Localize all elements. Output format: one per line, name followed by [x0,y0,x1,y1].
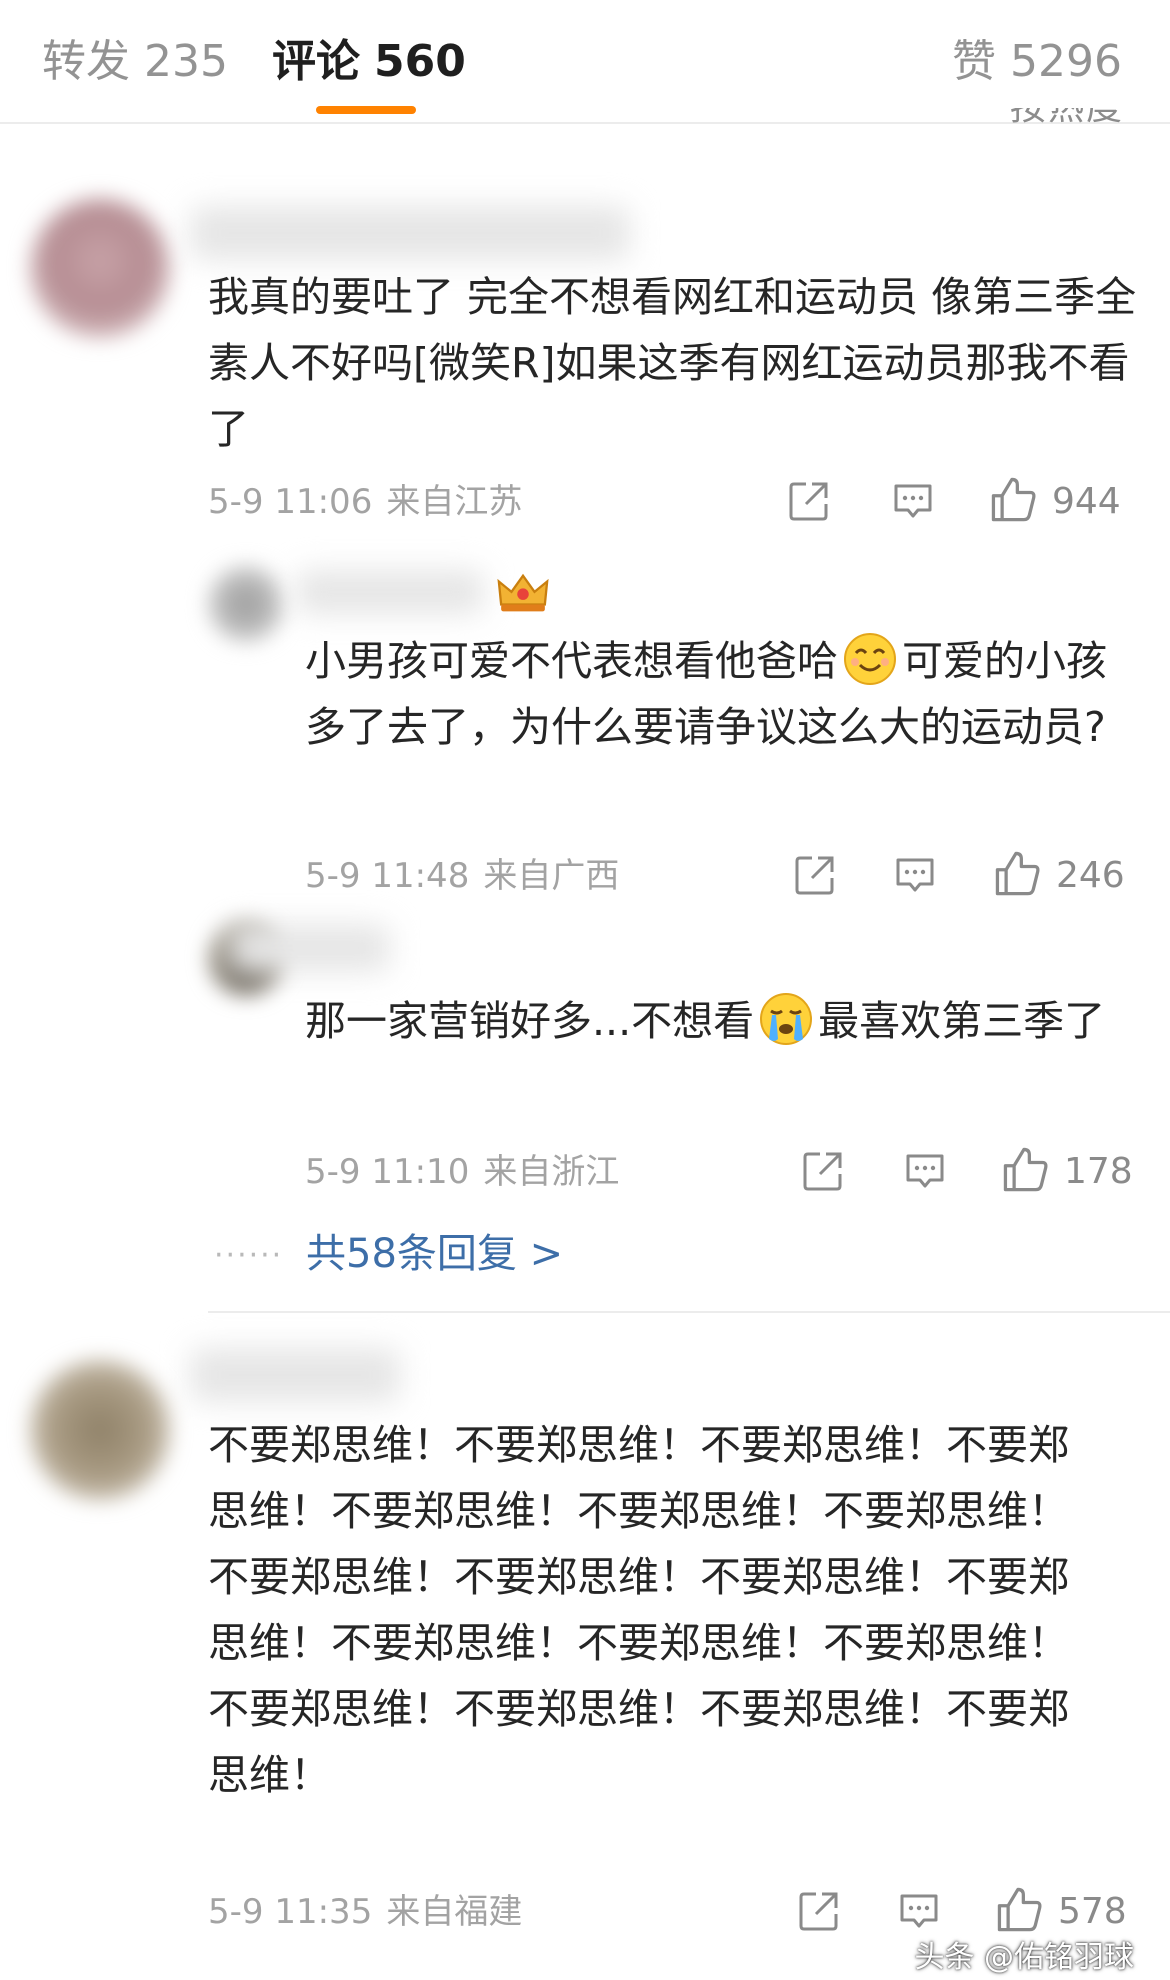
reply-username-redacted[interactable] [230,924,390,972]
reply-meta: 5-9 11:48 来自广西 [305,854,619,898]
view-all-replies-link[interactable]: 共58条回复 > [306,1226,563,1282]
username-redacted[interactable] [190,206,630,260]
comment-icon[interactable] [902,1148,948,1194]
like-icon[interactable] [988,474,1038,524]
like-icon[interactable] [994,1884,1044,1934]
reply-meta: 5-9 11:10 来自浙江 [305,1150,619,1194]
comment-date: 5-9 11:06 [208,482,373,522]
reply-date: 5-9 11:10 [305,1152,470,1192]
tab-repost[interactable]: 转发 235 [42,30,228,94]
active-tab-indicator [316,106,416,114]
comment-meta: 5-9 11:06 来自江苏 [208,480,522,524]
comment-location: 来自福建 [386,1892,523,1932]
comment-icon[interactable] [892,852,938,898]
comment-icon[interactable] [896,1888,942,1934]
share-icon[interactable] [800,1148,846,1194]
sort-by-hot-toggle[interactable]: 按热度 [1010,108,1124,130]
tab-comments[interactable]: 评论 560 [272,30,466,94]
reply-username-redacted[interactable] [296,570,484,614]
comment-location: 来自江苏 [386,482,523,522]
like-icon[interactable] [992,848,1042,898]
like-count: 578 [1058,1891,1127,1932]
tab-likes-label: 赞 [952,36,997,87]
reply-text: 那一家营销好多...不想看 最喜欢第三季了 [305,988,1135,1054]
tab-repost-label: 转发 [42,36,130,87]
comment-divider [208,1311,1170,1313]
reply-text-after: 最喜欢第三季了 [818,997,1106,1045]
like-icon[interactable] [1000,1144,1050,1194]
crying-face-icon [760,993,813,1045]
reply-date: 5-9 11:48 [305,856,470,896]
reply-location: 来自浙江 [483,1152,620,1192]
share-icon[interactable] [796,1888,842,1934]
reply-avatar[interactable] [208,566,284,642]
weibo-comments-page: 转发 235 评论 560 赞 5296 按热度 我真的要吐了 完全不想看网红和运动员… [0,0,1170,1980]
reply-text-before: 那一家营销好多...不想看 [305,997,755,1045]
watermark: 头条 @佑铭羽球 [914,1940,1134,1975]
avatar[interactable] [30,198,170,338]
smile-face-icon [844,633,896,685]
crown-icon [497,573,549,612]
reply-location: 来自广西 [483,856,620,896]
share-icon[interactable] [786,478,832,524]
comment-meta: 5-9 11:35 来自福建 [208,1890,522,1934]
tab-likes[interactable]: 赞 5296 [952,30,1122,94]
tab-repost-count: 235 [144,36,228,87]
more-dots: ······ [214,1238,284,1273]
tab-comments-label: 评论 [272,36,360,87]
tab-likes-count: 5296 [1010,36,1122,87]
comment-icon[interactable] [890,478,936,524]
tab-comments-count: 560 [374,36,466,87]
reply-text-before: 小男孩可爱不代表想看他爸哈 [305,637,838,685]
avatar[interactable] [30,1360,170,1500]
reply-text: 小男孩可爱不代表想看他爸哈 可爱的小孩多了去了，为什么要请争议这么大的运动员? [305,628,1125,760]
comment-text: 不要郑思维！不要郑思维！不要郑思维！不要郑思维！不要郑思维！不要郑思维！不要郑思… [208,1421,1069,1799]
username-redacted[interactable] [190,1348,400,1402]
tab-bar: 转发 235 评论 560 赞 5296 按热度 [0,0,1170,128]
comment-date: 5-9 11:35 [208,1892,373,1932]
reply-like-count: 178 [1064,1151,1133,1192]
reply-like-count: 246 [1056,855,1125,896]
sort-hint-text: 按热度 [1010,108,1124,128]
share-icon[interactable] [792,852,838,898]
comment-text: 我真的要吐了 完全不想看网红和运动员 像第三季全素人不好吗[微笑R]如果这季有网… [208,273,1137,453]
like-count: 944 [1052,481,1121,522]
